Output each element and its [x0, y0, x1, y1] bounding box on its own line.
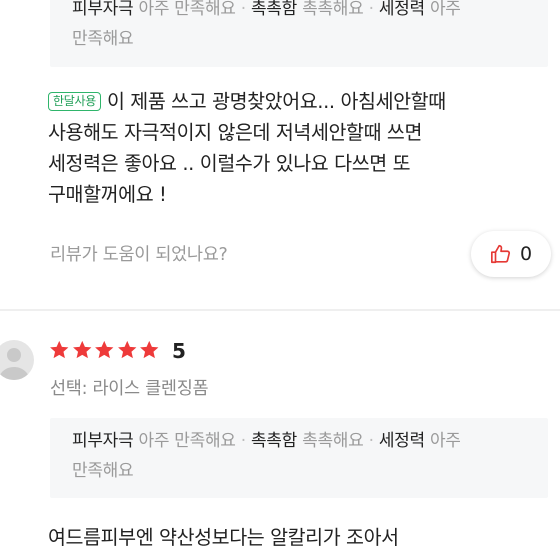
avatar — [0, 340, 34, 380]
review2-text: 여드름피부엔 약산성보다는 알칼리가 조아서 — [48, 522, 528, 553]
rating-score: 5 — [172, 339, 186, 363]
attr-value: 만족해요 — [72, 461, 134, 481]
review1-text-line: 한달사용 이 제품 쓰고 광명찾았어요... 아침세안할때 — [48, 86, 528, 117]
attr-separator: · — [240, 431, 246, 451]
rating-stars — [48, 339, 161, 361]
thumbs-up-icon — [490, 243, 512, 265]
star-icon — [117, 340, 136, 359]
review1-text-line1: 이 제품 쓰고 광명찾았어요... 아침세안할때 — [106, 90, 446, 113]
attr-key: 촉촉함 — [250, 0, 297, 19]
attr-value: 아주 — [429, 431, 461, 451]
attr-key: 촉촉함 — [250, 431, 297, 451]
review1-text-line3: 세정력은 좋아요 .. 이럴수가 있나요 다쓰면 또 — [48, 152, 411, 175]
attr-key: 피부자극 — [72, 0, 134, 19]
review-divider — [0, 309, 560, 311]
attr-separator: · — [368, 0, 374, 19]
attr-separator: · — [240, 0, 246, 19]
review2-attributes: 피부자극 아주 만족해요 · 촉촉함 촉촉해요 · 세정력 아주 만족해요 — [50, 418, 548, 486]
review1-attributes: 피부자극 아주 만족해요 · 촉촉함 촉촉해요 · 세정력 아주 만족해요 — [50, 0, 548, 54]
review1-attribute-box: 피부자극 아주 만족해요 · 촉촉함 촉촉해요 · 세정력 아주 만족해요 — [50, 0, 548, 67]
attr-key: 세정력 — [378, 0, 425, 19]
review1-text-line2: 사용해도 자극적이지 않은데 저녁세안할때 쓰면 — [48, 121, 422, 144]
review1-text-line4: 구매할꺼에요 ! — [48, 183, 167, 206]
attr-key: 세정력 — [378, 431, 425, 451]
attr-value: 촉촉해요 — [302, 0, 364, 19]
attr-value: 아주 만족해요 — [138, 0, 236, 19]
helpful-prompt: 리뷰가 도움이 되었나요? — [50, 245, 228, 265]
star-icon — [50, 340, 69, 359]
attr-value: 촉촉해요 — [302, 431, 364, 451]
star-icon — [140, 340, 159, 359]
purchase-option: 선택: 라이스 클렌징폼 — [50, 379, 209, 399]
attr-value: 아주 만족해요 — [138, 431, 236, 451]
attr-key: 피부자극 — [72, 431, 134, 451]
attr-value: 만족해요 — [72, 29, 134, 49]
star-icon — [72, 340, 91, 359]
attr-value: 아주 — [429, 0, 461, 19]
attr-separator: · — [368, 431, 374, 451]
star-icon — [95, 340, 114, 359]
review2-text-line1: 여드름피부엔 약산성보다는 알칼리가 조아서 — [48, 526, 399, 549]
like-count: 0 — [519, 243, 533, 265]
like-button[interactable]: 0 — [471, 231, 551, 277]
usage-badge: 한달사용 — [48, 92, 101, 111]
review2-attribute-box: 피부자극 아주 만족해요 · 촉촉함 촉촉해요 · 세정력 아주 만족해요 — [50, 418, 548, 498]
review1-text: 한달사용 이 제품 쓰고 광명찾았어요... 아침세안할때 사용해도 자극적이지 … — [48, 86, 528, 210]
